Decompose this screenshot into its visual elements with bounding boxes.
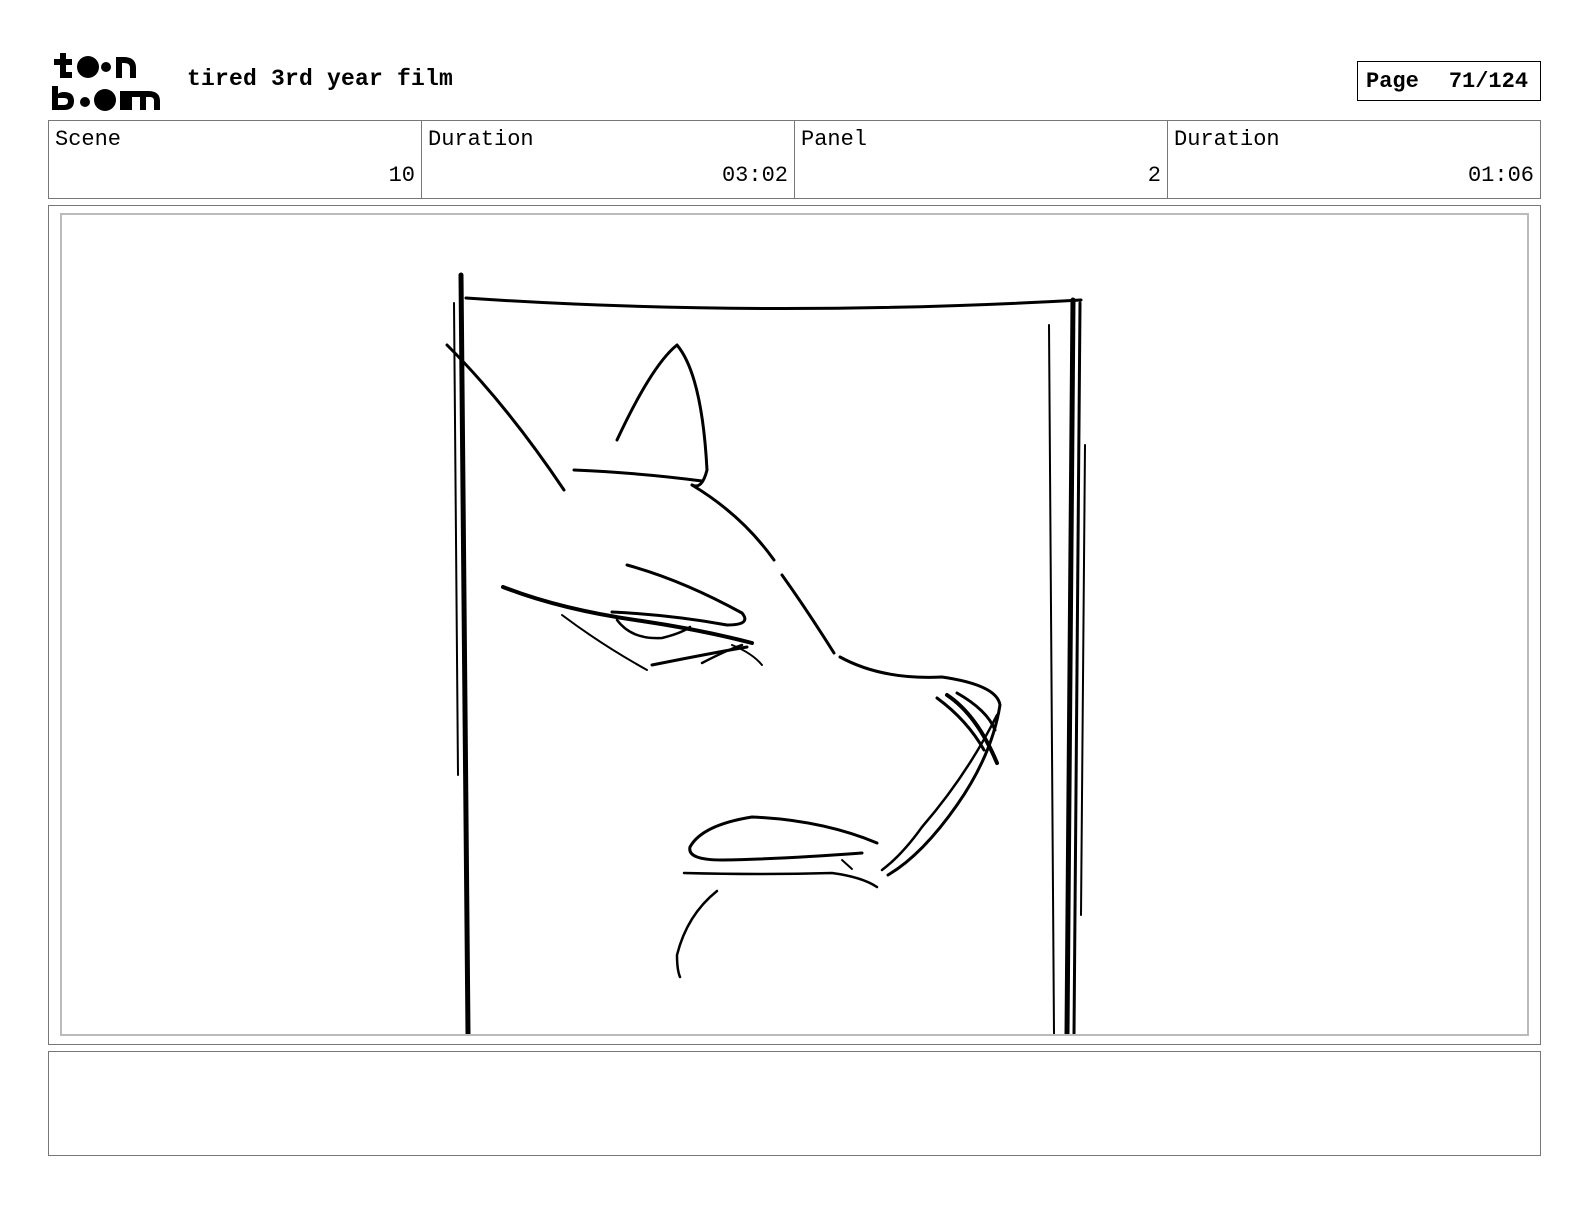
panel-duration-value: 01:06 xyxy=(1467,163,1534,188)
scene-cell: Scene 10 xyxy=(49,121,422,198)
panel-notes-box xyxy=(48,1051,1541,1156)
page-indicator: Page 71/124 xyxy=(1357,61,1541,101)
fox-face-sketch xyxy=(445,343,1002,979)
scene-duration-label: Duration xyxy=(428,127,534,152)
toonboom-logo xyxy=(50,50,166,112)
storyboard-panel-image xyxy=(60,213,1529,1036)
scene-label: Scene xyxy=(55,127,122,152)
scene-duration-value: 03:02 xyxy=(721,163,788,188)
doorway-sketch xyxy=(453,272,1086,1034)
panel-duration-label: Duration xyxy=(1174,127,1280,152)
storyboard-panel-frame xyxy=(48,205,1541,1045)
panel-duration-cell: Duration 01:06 xyxy=(1168,121,1540,198)
project-title: tired 3rd year film xyxy=(187,66,454,92)
scene-duration-cell: Duration 03:02 xyxy=(422,121,795,198)
panel-label: Panel xyxy=(801,127,868,152)
scene-value: 10 xyxy=(388,163,415,188)
page-label: Page xyxy=(1366,68,1419,94)
page-number: 71/124 xyxy=(1448,68,1529,94)
panel-info-row: Scene 10 Duration 03:02 Panel 2 Duration… xyxy=(48,120,1541,199)
panel-value: 2 xyxy=(1147,163,1161,188)
panel-cell: Panel 2 xyxy=(795,121,1168,198)
